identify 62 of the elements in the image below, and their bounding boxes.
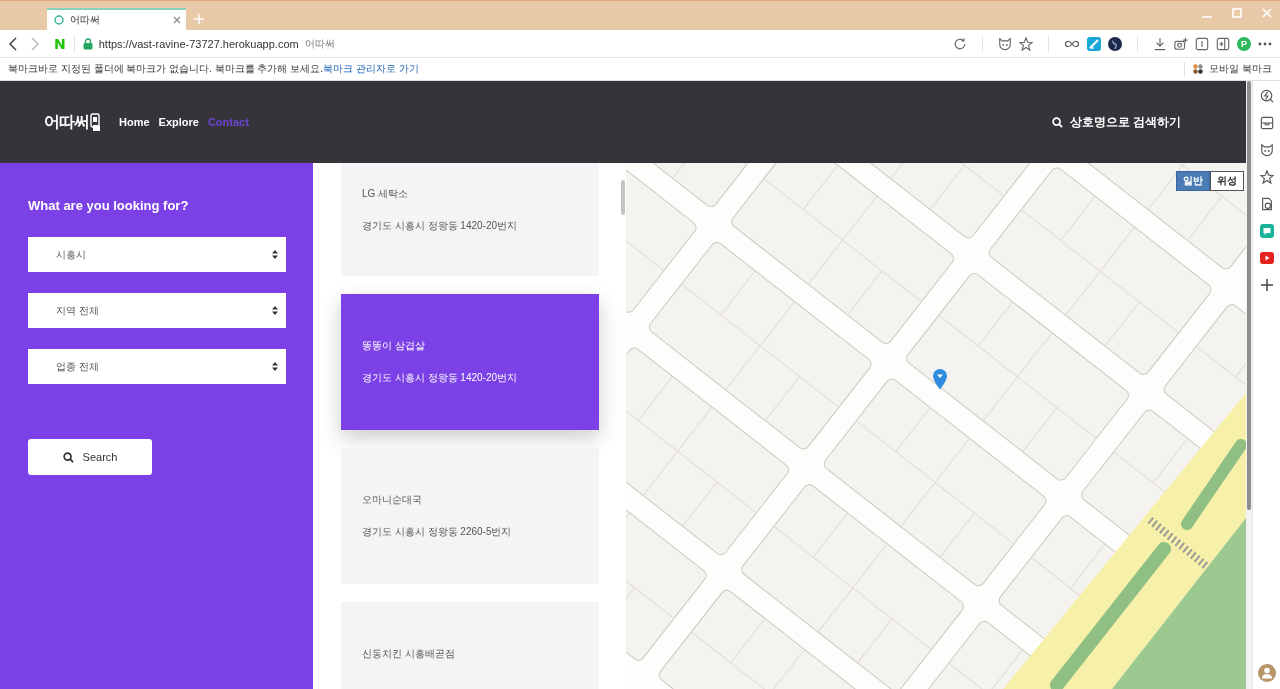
site-logo[interactable]: 어따써 [44,111,101,133]
place-card[interactable]: 오마니순대국 경기도 시흥시 정왕동 2260-5번지 [341,448,599,584]
sort-arrows-icon [272,250,278,259]
dropdown[interactable]: 지역 전체 [28,293,286,328]
nav-link[interactable]: Home [119,116,150,128]
phone-hand-icon [90,112,101,133]
dropdown[interactable]: 시흥시 [28,237,286,272]
person-icon[interactable] [1257,663,1276,682]
place-address: 경기도 시흥시 정왕동 1420-20번지 [362,219,518,233]
dots-icon [1193,64,1204,74]
bookmark-manager-link[interactable]: 북마크 관리자로 가기 [323,62,419,76]
place-card[interactable]: 똥똥이 삼겹살 경기도 시흥시 정왕동 1420-20번지 [341,294,599,430]
place-name: 똥똥이 삼겹살 [362,339,425,353]
lock-icon [82,37,93,50]
place-address: 경기도 시흥시 정왕동 1420-20번지 [362,371,518,385]
browser-tab[interactable]: 어따써 [47,8,186,30]
sort-arrows-icon [272,362,278,371]
map-pin-icon[interactable] [932,368,948,390]
map-type-button[interactable]: 위성 [1210,171,1244,191]
search-icon [62,451,74,463]
infinity-icon[interactable] [1064,38,1080,49]
more-icon[interactable] [1258,41,1272,46]
ring-icon [54,15,64,25]
star-icon[interactable] [1019,36,1033,51]
place-name: LG 세탁소 [362,187,409,201]
scrollbar-thumb[interactable] [621,180,625,215]
bookmark-bar-message: 북마크바로 지정된 폴더에 북마크가 없습니다. 북마크를 추가해 보세요. [8,62,323,76]
video-play-icon[interactable] [1259,251,1274,264]
search-icon [1051,116,1063,128]
plus-icon[interactable] [1260,278,1273,291]
search-button[interactable]: Search [28,439,152,475]
star-icon[interactable] [1259,169,1274,184]
url-field[interactable]: https://vast-ravine-73727.herokuapp.com [98,37,299,50]
back-icon[interactable] [8,36,18,51]
nav-link[interactable]: Explore [158,116,199,128]
close-icon[interactable] [173,16,181,24]
place-card[interactable]: LG 세탁소 경기도 시흥시 정왕동 1420-20번지 [341,163,599,276]
page-title: 어따써 [304,36,335,51]
cat-face-icon[interactable] [1259,142,1274,157]
lightning-icon[interactable] [1259,88,1274,103]
tray-icon[interactable] [1259,115,1274,130]
download-icon[interactable] [1153,36,1167,51]
scrollbar-thumb[interactable] [1247,81,1251,510]
sidebar-toggle-icon[interactable] [1216,36,1230,51]
document-icon[interactable] [1259,196,1274,211]
place-address: 경기도 시흥시 정왕동 2260-5번지 [362,525,512,539]
camera-plus-icon[interactable] [1174,36,1188,51]
globe-icon[interactable] [1108,36,1122,51]
place-name: 신동치킨 시흥배곧점 [362,647,455,661]
sort-arrows-icon [272,306,278,315]
mobile-bookmarks-button[interactable]: 모바일 북마크 [1209,62,1272,76]
map-type-button[interactable]: 일반 [1176,171,1210,191]
pen-tile-icon[interactable] [1087,36,1101,51]
dropdown[interactable]: 업종 전체 [28,349,286,384]
chat-bubble-icon[interactable] [1259,223,1274,238]
cursor-box-icon[interactable] [1195,36,1209,51]
reload-icon[interactable] [953,36,967,51]
panel-heading: What are you looking for? [28,198,189,214]
cat-face-icon[interactable] [998,36,1012,51]
place-name: 오마니순대국 [362,493,422,507]
place-card[interactable]: 신동치킨 시흥배곧점 [341,602,599,689]
store-search-link[interactable]: 상호명으로 검색하기 [1051,113,1181,131]
